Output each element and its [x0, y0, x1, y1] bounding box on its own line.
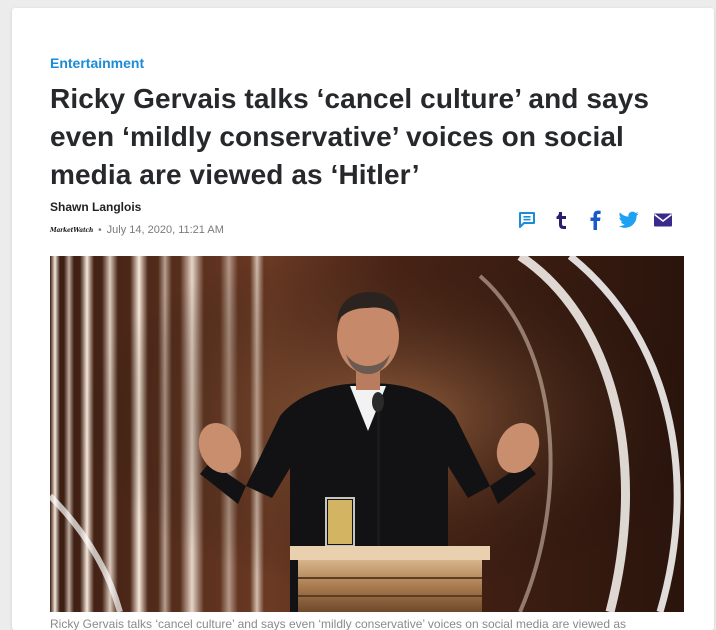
article-headline: Ricky Gervais talks ‘cancel culture’ and… — [50, 83, 650, 190]
mail-icon[interactable] — [652, 209, 673, 230]
twitter-icon[interactable] — [618, 209, 639, 230]
article-photo[interactable] — [50, 256, 684, 612]
category-link[interactable]: Entertainment — [50, 55, 144, 71]
article-card: Entertainment Ricky Gervais talks ‘cance… — [12, 8, 714, 630]
author-name[interactable]: Shawn Langlois — [50, 200, 141, 214]
meta-separator: • — [98, 224, 102, 236]
facebook-icon[interactable] — [584, 209, 605, 230]
article-meta: MarketWatch • July 14, 2020, 11:21 AM — [50, 224, 224, 236]
tumblr-icon[interactable] — [550, 209, 571, 230]
publish-date: July 14, 2020, 11:21 AM — [106, 224, 224, 236]
comment-icon[interactable] — [516, 209, 537, 230]
source-logo[interactable]: MarketWatch — [50, 227, 93, 234]
photo-caption: Ricky Gervais talks ‘cancel culture’ and… — [50, 617, 627, 630]
share-bar — [516, 209, 673, 230]
